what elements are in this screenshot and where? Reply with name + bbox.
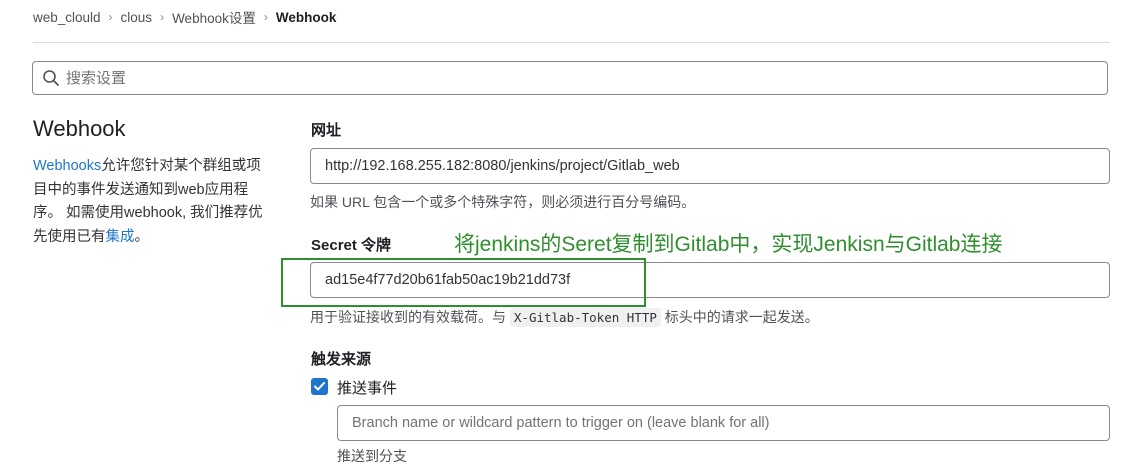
chevron-right-icon: › — [108, 10, 113, 24]
secret-token-label: Secret 令牌 — [311, 237, 392, 254]
description-end: 。 — [134, 228, 150, 245]
chevron-right-icon: › — [160, 10, 165, 24]
url-label: 网址 — [311, 122, 342, 139]
chevron-right-icon: › — [263, 10, 268, 24]
search-input[interactable] — [64, 68, 1068, 88]
breadcrumb-item-current: Webhook — [275, 9, 337, 25]
secret-help-after: 标头中的请求一起发送。 — [664, 309, 819, 325]
search-icon — [43, 70, 59, 86]
push-events-label[interactable]: 推送事件 — [337, 377, 397, 398]
integrations-link[interactable]: 集成 — [106, 229, 135, 245]
branch-filter-placeholder: Branch name or wildcard pattern to trigg… — [352, 415, 770, 431]
section-title: Webhook — [33, 116, 126, 141]
branch-filter-input[interactable]: Branch name or wildcard pattern to trigg… — [337, 405, 1110, 441]
section-description: Webhooks允许您针对某个群组或项目中的事件发送通知到web应用程序。 如需… — [33, 155, 273, 249]
url-value: http://192.168.255.182:8080/jenkins/proj… — [325, 158, 680, 174]
check-icon — [314, 382, 325, 391]
webhooks-docs-link[interactable]: Webhooks — [33, 158, 101, 174]
secret-help-text: 用于验证接收到的有效载荷。与 X-Gitlab-Token HTTP 标头中的请… — [310, 307, 819, 327]
annotation-text: 将jenkins的Seret复制到Gitlab中，实现Jenkisn与Gitla… — [454, 233, 1003, 256]
secret-help-before: 用于验证接收到的有效载荷。与 — [310, 309, 506, 325]
breadcrumb-item-group[interactable]: web_clould — [33, 10, 101, 25]
push-to-branch-text: 推送到分支 — [337, 448, 407, 464]
header-divider — [33, 42, 1110, 43]
push-events-checkbox[interactable] — [311, 378, 328, 395]
url-input[interactable]: http://192.168.255.182:8080/jenkins/proj… — [310, 148, 1110, 184]
secret-help-code: X-Gitlab-Token HTTP — [509, 308, 661, 327]
breadcrumb-item-webhook-settings[interactable]: Webhook设置 — [172, 7, 256, 27]
search-box[interactable] — [32, 61, 1108, 95]
annotation-highlight-box — [281, 258, 646, 307]
trigger-label: 触发来源 — [311, 351, 372, 368]
breadcrumb-item-project[interactable]: clous — [121, 10, 153, 25]
breadcrumb: web_clould › clous › Webhook设置 › Webhook — [33, 7, 336, 27]
url-help-text: 如果 URL 包含一个或多个特殊字符，则必须进行百分号编码。 — [310, 194, 696, 210]
